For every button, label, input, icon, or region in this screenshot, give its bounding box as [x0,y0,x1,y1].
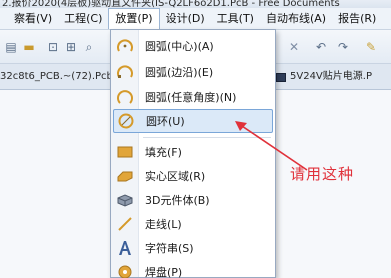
zoom-area-icon[interactable]: ⊞ [62,38,80,56]
arc-center-icon [113,34,137,58]
pad-icon [113,260,137,278]
menu-item-pad[interactable]: 焊盘(P) [113,260,273,278]
folder-icon[interactable]: ▬ [20,38,38,56]
solid-region-icon [113,164,137,188]
menu-tools[interactable]: 工具(T) [211,9,260,29]
menu-view[interactable]: 察看(V) [8,9,58,29]
menu-item-3d-body[interactable]: 3D元件体(B) [113,188,273,212]
menu-project[interactable]: 工程(C) [58,9,108,29]
menu-place[interactable]: 放置(P) [108,8,160,29]
arc-edge-icon [113,60,137,84]
fill-icon [113,140,137,164]
pencil-icon[interactable]: ✎ [362,38,380,56]
undo-icon[interactable]: ↶ [312,38,330,56]
menu-reports[interactable]: 报告(R) [332,9,382,29]
menu-item-arc-any-angle[interactable]: 圆弧(任意角度)(N) [113,85,273,109]
doc-tab-power-label: 5V24V贴片电源.P [290,71,372,82]
zoom-fit-icon[interactable]: ⊡ [44,38,62,56]
pcb-chip-icon [276,72,286,82]
doc-tab-pcb[interactable]: 32c8t6_PCB.~(72).PcbDc [0,69,126,85]
cross-icon[interactable]: ✕ [285,38,303,56]
menu-autoroute[interactable]: 自动布线(A) [260,9,332,29]
doc-tab-power[interactable]: 5V24V贴片电源.P [276,69,372,85]
full-circle-icon [114,109,138,133]
menu-item-line[interactable]: 走线(L) [113,212,273,236]
window-title: 2.报价2020(4层板)驱动直文件夹(IS-Q2LF6o2D1.PcB - F… [0,0,391,8]
menu-item-arc-edge[interactable]: 圆弧(边沿)(E) [113,60,273,84]
line-icon [113,212,137,236]
open-folder-icon[interactable]: ▤ [2,38,20,56]
redo-icon[interactable]: ↷ [334,38,352,56]
menu-bar: 察看(V) 工程(C) 放置(P) 设计(D) 工具(T) 自动布线(A) 报告… [0,8,391,30]
menu-item-string[interactable]: 字符串(S) [113,236,273,260]
menu-item-arc-center[interactable]: 圆弧(中心)(A) [113,34,273,58]
arc-any-angle-icon [113,85,137,109]
string-icon [113,236,137,260]
zoom-icon[interactable]: ⌕ [80,38,98,56]
3d-body-icon [113,188,137,212]
menu-design[interactable]: 设计(D) [160,9,211,29]
annotation-note: 请用这种 [290,165,355,183]
